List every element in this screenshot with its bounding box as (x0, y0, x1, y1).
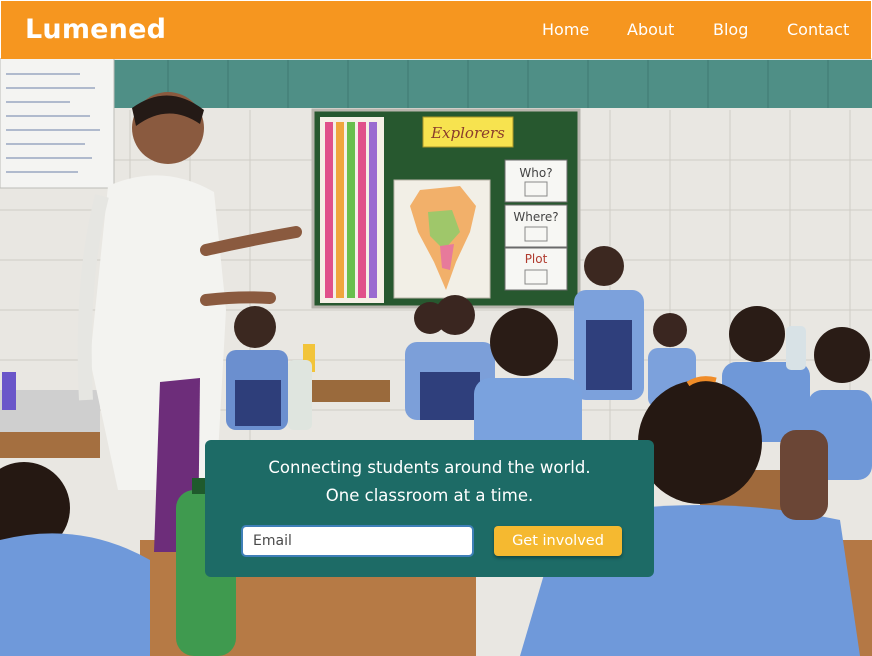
main-nav: Home About Blog Contact (1, 20, 871, 42)
nav-contact-link[interactable]: Contact (787, 20, 849, 39)
board-card-where: Where? (513, 210, 558, 224)
board-card-plot: Plot (525, 252, 548, 266)
signup-card: Connecting students around the world. On… (205, 440, 654, 577)
nav-home-link[interactable]: Home (542, 20, 589, 39)
site-header: Lumened Home About Blog Contact (1, 1, 871, 59)
board-heading: Explorers (430, 124, 505, 142)
get-involved-button[interactable]: Get involved (494, 526, 622, 556)
nav-blog-link[interactable]: Blog (713, 20, 748, 39)
email-input[interactable] (241, 525, 474, 557)
tagline-line-1: Connecting students around the world. (268, 458, 591, 477)
tagline-line-2: One classroom at a time. (325, 486, 534, 505)
nav-about-link[interactable]: About (627, 20, 674, 39)
board-card-who: Who? (519, 166, 552, 180)
